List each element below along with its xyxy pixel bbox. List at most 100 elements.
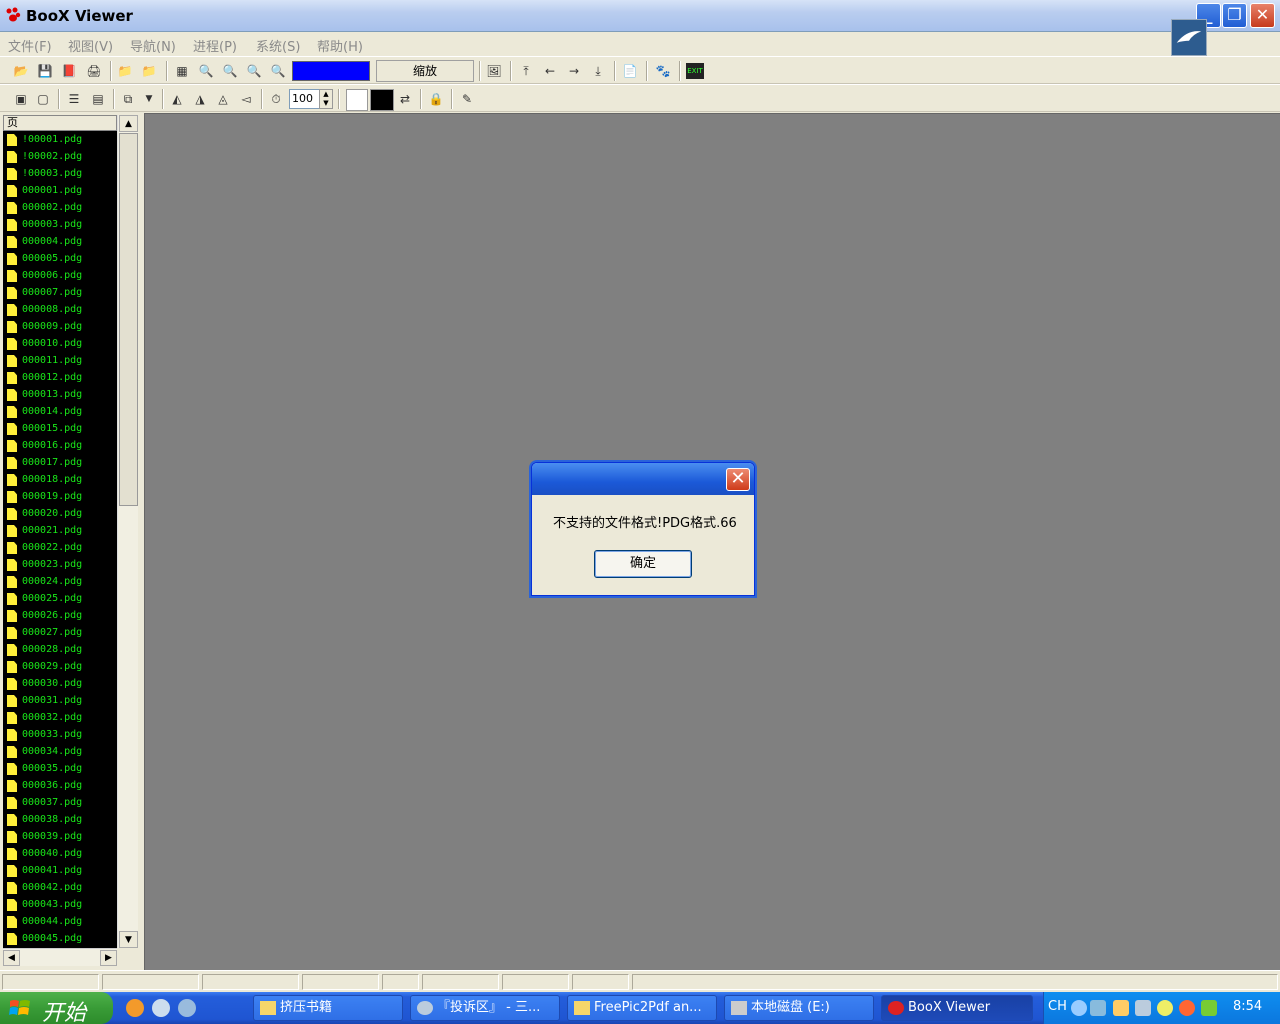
file-list-item[interactable]: 000022.pdg	[3, 539, 117, 556]
folder-up-icon[interactable]: 📁	[141, 63, 157, 79]
save-icon[interactable]: 💾	[37, 63, 53, 79]
menu-process[interactable]: 进程(P)	[193, 36, 237, 55]
file-list-item[interactable]: 000037.pdg	[3, 794, 117, 811]
zoom-out-icon[interactable]: 🔍	[246, 63, 262, 79]
list-view-icon[interactable]: ☰	[66, 91, 82, 107]
menu-view[interactable]: 视图(V)	[68, 36, 113, 55]
file-list-item[interactable]: 000010.pdg	[3, 335, 117, 352]
tray-network-icon[interactable]	[1135, 1000, 1151, 1016]
file-list-item[interactable]: 000032.pdg	[3, 709, 117, 726]
scroll-down-icon[interactable]: ▼	[119, 931, 138, 948]
file-list-item[interactable]: 000019.pdg	[3, 488, 117, 505]
close-button[interactable]: ✕	[1250, 3, 1275, 28]
file-list-item[interactable]: !00001.pdg	[3, 131, 117, 148]
file-list-item[interactable]: 000023.pdg	[3, 556, 117, 573]
file-list-item[interactable]: 000043.pdg	[3, 896, 117, 913]
foreground-color-swatch[interactable]	[346, 89, 368, 111]
flip-horizontal-icon[interactable]: ◬	[215, 91, 231, 107]
file-list-item[interactable]: 000012.pdg	[3, 369, 117, 386]
timer-icon[interactable]: ⏱	[268, 91, 284, 107]
file-list-item[interactable]: 000029.pdg	[3, 658, 117, 675]
tray-back-icon[interactable]	[1071, 1000, 1087, 1016]
file-list-item[interactable]: 000024.pdg	[3, 573, 117, 590]
copy-icon[interactable]: ⧉	[120, 91, 136, 107]
file-list-item[interactable]: 000035.pdg	[3, 760, 117, 777]
file-list-item[interactable]: 000039.pdg	[3, 828, 117, 845]
file-list-item[interactable]: 000016.pdg	[3, 437, 117, 454]
file-list-item[interactable]: 000001.pdg	[3, 182, 117, 199]
zoom-in-icon[interactable]: 🔍	[222, 63, 238, 79]
file-list-item[interactable]: 000040.pdg	[3, 845, 117, 862]
file-list-item[interactable]: 000002.pdg	[3, 199, 117, 216]
file-list-item[interactable]: 000041.pdg	[3, 862, 117, 879]
file-list-item[interactable]: !00002.pdg	[3, 148, 117, 165]
prev-page-icon[interactable]: ←	[542, 63, 558, 79]
scroll-left-icon[interactable]: ◀	[3, 950, 20, 966]
background-color-swatch[interactable]	[370, 89, 394, 111]
next-page-icon[interactable]: →	[566, 63, 582, 79]
file-list-item[interactable]: 000018.pdg	[3, 471, 117, 488]
flip-vertical-icon[interactable]: ◅	[238, 91, 254, 107]
browser-quicklaunch-icon[interactable]	[126, 999, 144, 1017]
menu-help[interactable]: 帮助(H)	[317, 36, 363, 55]
file-list-item[interactable]: 000038.pdg	[3, 811, 117, 828]
file-list-item[interactable]: 000036.pdg	[3, 777, 117, 794]
file-list-item[interactable]: 000003.pdg	[3, 216, 117, 233]
zoom-fit-icon[interactable]: 🔍	[270, 63, 286, 79]
paw-icon[interactable]: 🐾	[655, 63, 671, 79]
desktop-quicklaunch-icon[interactable]	[178, 999, 196, 1017]
file-list-item[interactable]: 000007.pdg	[3, 284, 117, 301]
file-list-item[interactable]: 000005.pdg	[3, 250, 117, 267]
ok-button[interactable]: 确定	[594, 550, 692, 578]
exit-icon[interactable]: EXIT	[686, 63, 704, 79]
file-list-item[interactable]: 000020.pdg	[3, 505, 117, 522]
file-list-item[interactable]: 000045.pdg	[3, 930, 117, 947]
ie-quicklaunch-icon[interactable]	[152, 999, 170, 1017]
file-list-item[interactable]: 000004.pdg	[3, 233, 117, 250]
file-list-header[interactable]: 页	[3, 115, 117, 131]
menu-system[interactable]: 系统(S)	[256, 36, 300, 55]
pencil-icon[interactable]: ✎	[459, 91, 475, 107]
palette-icon[interactable]: ▤	[90, 91, 106, 107]
vertical-scrollbar[interactable]: ▲ ▼	[117, 115, 138, 948]
file-list-item[interactable]: 000028.pdg	[3, 641, 117, 658]
file-list-item[interactable]: 000015.pdg	[3, 420, 117, 437]
task-button-browser[interactable]: 『投诉区』 - 三...	[410, 995, 560, 1021]
file-list-item[interactable]: 000031.pdg	[3, 692, 117, 709]
book-icon[interactable]: 📕	[61, 63, 77, 79]
scroll-right-icon[interactable]: ▶	[100, 950, 117, 966]
task-button-folder[interactable]: 挤压书籍	[253, 995, 403, 1021]
tray-chat-icon[interactable]	[1113, 1000, 1129, 1016]
file-list-item[interactable]: 000027.pdg	[3, 624, 117, 641]
file-list-item[interactable]: 000030.pdg	[3, 675, 117, 692]
file-list-item[interactable]: 000011.pdg	[3, 352, 117, 369]
file-list-item[interactable]: 000042.pdg	[3, 879, 117, 896]
file-list-item[interactable]: 000014.pdg	[3, 403, 117, 420]
swap-colors-icon[interactable]: ⇄	[397, 91, 413, 107]
maximize-button[interactable]: ❐	[1222, 3, 1247, 28]
file-list-item[interactable]: 000033.pdg	[3, 726, 117, 743]
zoom-spinner[interactable]: ▲ ▼	[319, 89, 333, 109]
file-list-item[interactable]: 000013.pdg	[3, 386, 117, 403]
scroll-thumb[interactable]	[119, 133, 138, 506]
task-button-freepic[interactable]: FreePic2Pdf an...	[567, 995, 717, 1021]
tray-plus-icon[interactable]	[1201, 1000, 1217, 1016]
rotate-left-icon[interactable]: ◭	[169, 91, 185, 107]
file-list-item[interactable]: 000044.pdg	[3, 913, 117, 930]
file-list-item[interactable]: 000026.pdg	[3, 607, 117, 624]
color-swatch[interactable]	[292, 61, 370, 81]
zoom-icon[interactable]: 🔍	[198, 63, 214, 79]
view-fullscreen-icon[interactable]: ▢	[35, 91, 51, 107]
folder-new-icon[interactable]: 📁	[117, 63, 133, 79]
last-page-icon[interactable]: ⤓	[590, 63, 606, 79]
language-indicator[interactable]: CH	[1048, 999, 1067, 1014]
menu-navigate[interactable]: 导航(N)	[130, 36, 176, 55]
file-list-item[interactable]: 000025.pdg	[3, 590, 117, 607]
lock-icon[interactable]: 🔒	[428, 91, 444, 107]
rotate-right-icon[interactable]: ◮	[192, 91, 208, 107]
image-icon[interactable]: 🖼	[486, 63, 502, 79]
menu-file[interactable]: 文件(F)	[8, 36, 52, 55]
print-icon[interactable]: 🖨	[86, 63, 102, 79]
file-list-item[interactable]: 000006.pdg	[3, 267, 117, 284]
scroll-up-icon[interactable]: ▲	[119, 115, 138, 132]
